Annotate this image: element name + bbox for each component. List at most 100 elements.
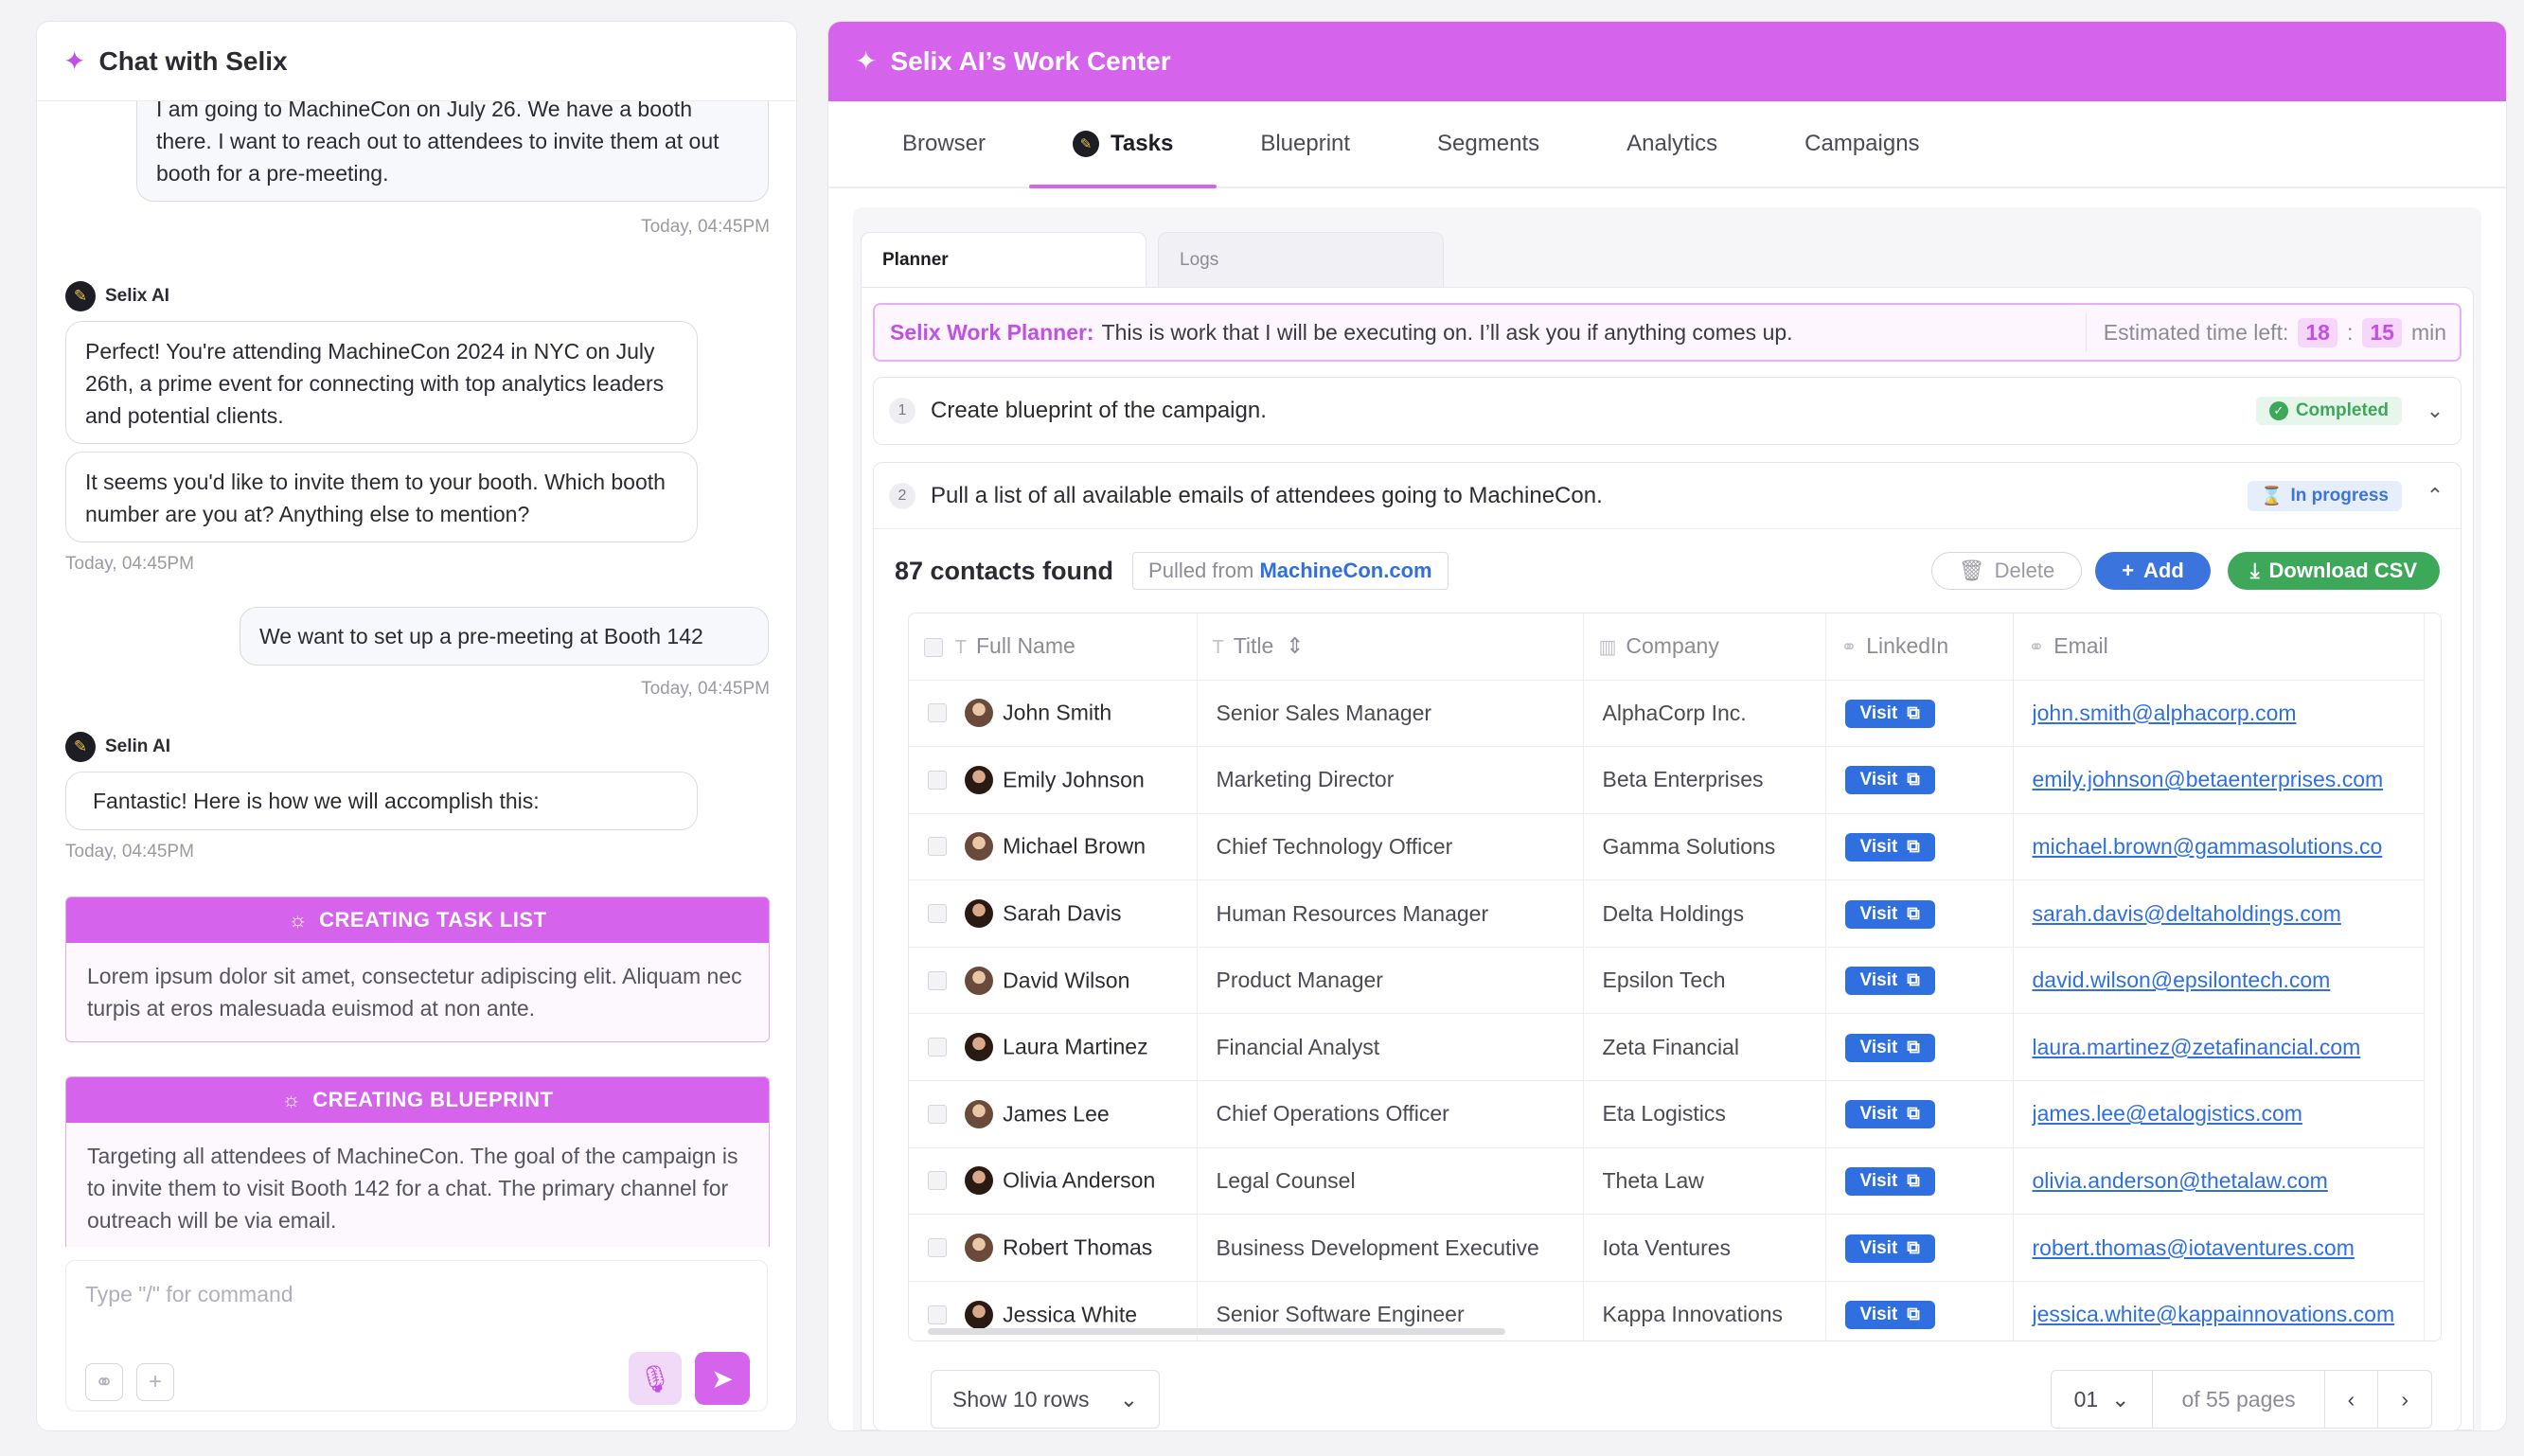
email-link[interactable]: david.wilson@epsilontech.com	[2033, 968, 2331, 992]
selix-tasks-icon: ✎	[1073, 131, 1100, 157]
rows-per-page-select[interactable]: Show 10 rows ⌄	[931, 1370, 1160, 1429]
chevron-down-icon[interactable]: ⌄	[2425, 399, 2445, 423]
visit-linkedin-button[interactable]: Visit ⧉	[1844, 699, 1935, 728]
column-company[interactable]: ▥ Company	[1583, 613, 1826, 681]
email-link[interactable]: john.smith@alphacorp.com	[2033, 701, 2297, 725]
column-full-name[interactable]: T Full Name	[909, 613, 1198, 681]
next-page-button[interactable]: ›	[2378, 1371, 2431, 1428]
table-row[interactable]: Emily Johnson Marketing Director Beta Ente…	[909, 746, 2425, 814]
visit-label: Visit	[1859, 1170, 1898, 1191]
row-checkbox[interactable]	[928, 1238, 947, 1258]
row-checkbox[interactable]	[928, 1171, 947, 1191]
avatar	[965, 832, 994, 861]
table-row[interactable]: Michael Brown Chief Technology Officer Gam…	[909, 813, 2425, 881]
table-row[interactable]: Robert Thomas Business Development Execut…	[909, 1214, 2425, 1282]
cell-full-name: Sarah Davis	[909, 879, 1198, 948]
table-row[interactable]: James Lee Chief Operations Officer Eta Log…	[909, 1080, 2425, 1148]
microphone-button[interactable]: 🎙	[629, 1352, 682, 1405]
planner-label: Selix Work Planner:	[890, 319, 1094, 345]
email-link[interactable]: michael.brown@gammasolutions.co	[2033, 834, 2383, 859]
table-row[interactable]: Laura Martinez Financial Analyst Zeta Fina…	[909, 1013, 2425, 1082]
step-1[interactable]: 1 Create blueprint of the campaign. ✓ Co…	[873, 377, 2462, 445]
table-row[interactable]: David Wilson Product Manager Epsilon Tech V…	[909, 947, 2425, 1015]
column-email[interactable]: ⚭ Email	[2013, 613, 2425, 681]
command-input[interactable]	[85, 1282, 653, 1307]
prev-page-button[interactable]: ‹	[2325, 1371, 2379, 1428]
step-text: Create blueprint of the campaign.	[931, 398, 1267, 423]
plus-icon[interactable]: +	[136, 1363, 174, 1401]
contacts-table[interactable]: T Full Name T Title ⇕ ▥ Company ⚭ LinkedIn ⚭…	[908, 613, 2442, 1341]
add-button[interactable]: + Add	[2095, 552, 2211, 590]
row-checkbox[interactable]	[928, 970, 947, 990]
email-link[interactable]: emily.johnson@betaenterprises.com	[2033, 767, 2384, 791]
select-all-checkbox[interactable]	[924, 638, 943, 658]
eta-unit: min	[2410, 319, 2446, 345]
chevron-up-icon[interactable]: ⌃	[2425, 484, 2445, 508]
tab-blueprint[interactable]: Blueprint	[1217, 101, 1394, 186]
link-icon[interactable]: ⚭	[85, 1363, 123, 1401]
visit-linkedin-button[interactable]: Visit ⧉	[1844, 1166, 1935, 1196]
column-label: Email	[2053, 633, 2108, 659]
email-link[interactable]: olivia.anderson@thetalaw.com	[2033, 1168, 2328, 1193]
table-row[interactable]: Sarah Davis Human Resources Manager Delta …	[909, 879, 2425, 948]
send-button[interactable]: ➤	[695, 1352, 750, 1405]
email-link[interactable]: laura.martinez@zetafinancial.com	[2033, 1035, 2361, 1059]
delete-button[interactable]: 🗑 Delete	[1930, 552, 2083, 590]
visit-linkedin-button[interactable]: Visit ⧉	[1844, 1033, 1935, 1062]
cell-title: Marketing Director	[1197, 746, 1584, 814]
visit-linkedin-button[interactable]: Visit ⧉	[1844, 832, 1935, 861]
row-checkbox[interactable]	[928, 1305, 947, 1324]
plus-icon: +	[2122, 559, 2135, 582]
visit-linkedin-button[interactable]: Visit ⧉	[1844, 967, 1935, 996]
row-checkbox[interactable]	[928, 904, 947, 924]
cell-title: Legal Counsel	[1197, 1147, 1584, 1216]
card-body: Targeting all attendees of MachineCon. T…	[87, 1144, 738, 1233]
page-select[interactable]: 01 ⌄	[2052, 1371, 2154, 1428]
table-row[interactable]: Olivia Anderson Legal Counsel Theta Law Vis…	[909, 1147, 2425, 1216]
link-icon: ⚭	[2028, 637, 2045, 659]
visit-linkedin-button[interactable]: Visit ⧉	[1844, 766, 1935, 795]
hourglass-icon: ⌛	[2260, 486, 2284, 506]
tab-browser[interactable]: Browser	[859, 101, 1029, 186]
horizontal-scrollbar[interactable]	[928, 1328, 1505, 1335]
cell-full-name: James Lee	[909, 1080, 1198, 1148]
pagination: Show 10 rows ⌄ 01 ⌄ of 55 pages ‹ ›	[931, 1370, 2432, 1429]
cell-email: james.lee@etalogistics.com	[2013, 1080, 2425, 1148]
avatar	[965, 1300, 994, 1329]
page-count: of 55 pages	[2153, 1371, 2325, 1428]
subtab-logs[interactable]: Logs	[1158, 232, 1444, 287]
contacts-count: 87 contacts found	[895, 556, 1114, 585]
sort-icon[interactable]: ⇕	[1286, 633, 1304, 658]
tab-analytics[interactable]: Analytics	[1583, 101, 1761, 186]
tab-campaigns[interactable]: Campaigns	[1761, 101, 1963, 186]
cell-full-name: David Wilson	[909, 947, 1198, 1015]
download-csv-button[interactable]: ⤓ Download CSV	[2227, 552, 2440, 590]
column-title[interactable]: T Title ⇕	[1197, 613, 1584, 681]
row-checkbox[interactable]	[928, 1038, 947, 1057]
visit-linkedin-button[interactable]: Visit ⧉	[1844, 1301, 1935, 1330]
tab-tasks[interactable]: ✎ Tasks	[1029, 101, 1218, 188]
table-row[interactable]: John Smith Senior Sales Manager AlphaCorp …	[909, 680, 2425, 748]
column-linkedin[interactable]: ⚭ LinkedIn	[1825, 613, 2014, 681]
visit-linkedin-button[interactable]: Visit ⧉	[1844, 899, 1935, 929]
subtab-planner[interactable]: Planner	[861, 232, 1146, 287]
email-link[interactable]: james.lee@etalogistics.com	[2033, 1101, 2302, 1126]
row-checkbox[interactable]	[928, 770, 947, 790]
email-link[interactable]: robert.thomas@iotaventures.com	[2033, 1235, 2355, 1260]
email-link[interactable]: jessica.white@kappainnovations.com	[2033, 1302, 2395, 1326]
chevron-down-icon: ⌄	[2111, 1386, 2130, 1412]
row-checkbox[interactable]	[928, 837, 947, 857]
message-timestamp: Today, 04:45PM	[65, 554, 194, 574]
row-checkbox[interactable]	[928, 1104, 947, 1124]
email-link[interactable]: sarah.davis@deltaholdings.com	[2033, 901, 2341, 926]
eta-label: Estimated time left:	[2103, 319, 2289, 345]
source-link[interactable]: MachineCon.com	[1259, 559, 1431, 582]
message-text: We want to set up a pre-meeting at Booth…	[259, 624, 703, 648]
visit-linkedin-button[interactable]: Visit ⧉	[1844, 1100, 1935, 1129]
visit-linkedin-button[interactable]: Visit ⧉	[1844, 1234, 1935, 1263]
chat-messages[interactable]: I am going to MachineCon on July 26. We …	[37, 101, 796, 1247]
row-checkbox[interactable]	[928, 703, 947, 723]
cell-company: Iota Ventures	[1583, 1214, 1826, 1282]
column-label: Company	[1626, 633, 1719, 659]
tab-segments[interactable]: Segments	[1394, 101, 1583, 186]
